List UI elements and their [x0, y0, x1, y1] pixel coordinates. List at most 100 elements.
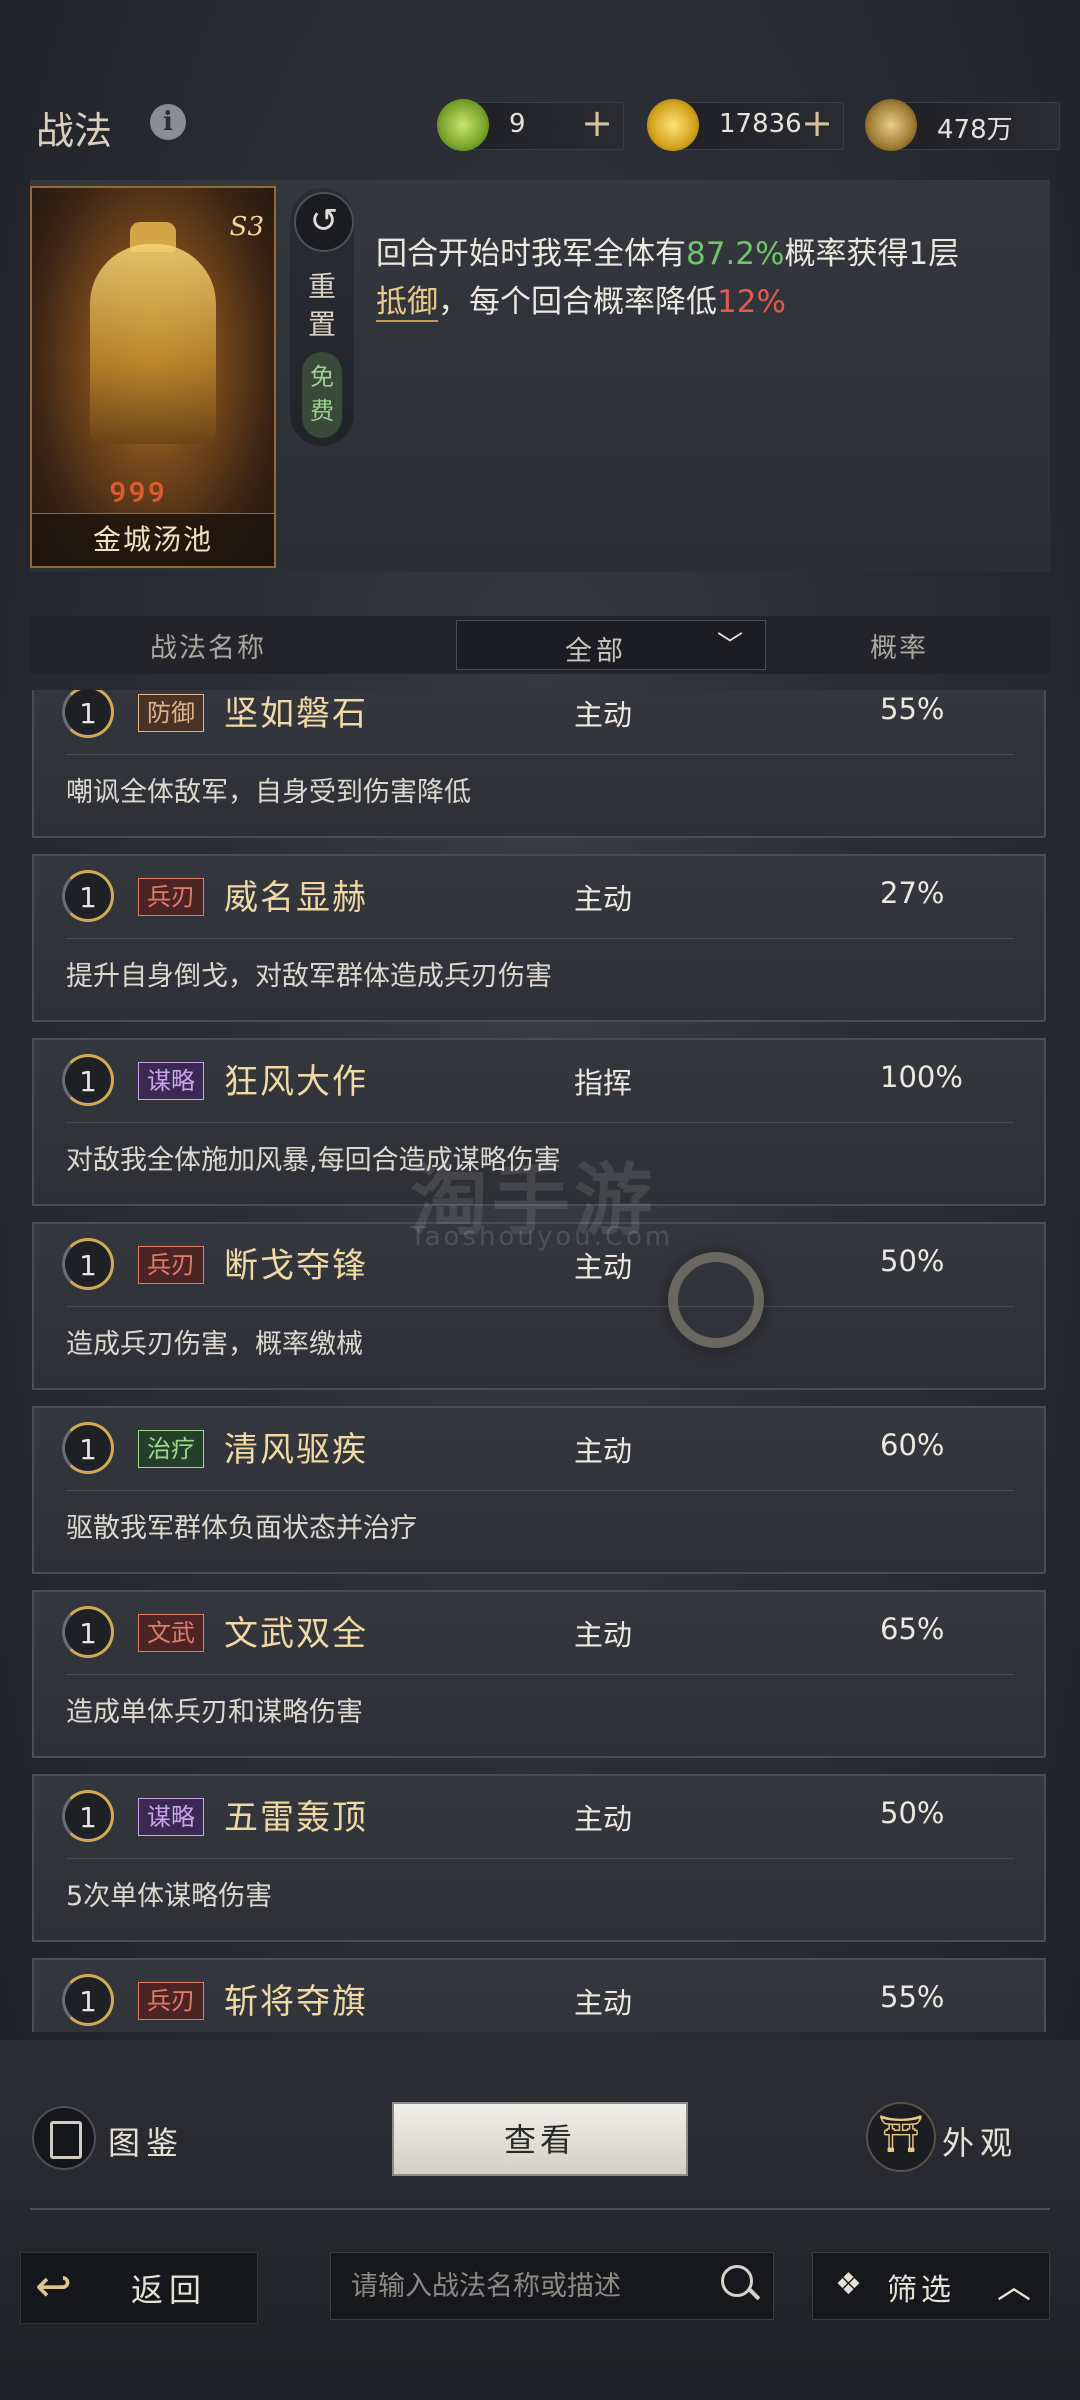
level-badge: 1 — [62, 1238, 114, 1290]
season-badge: S3 — [229, 212, 264, 242]
tactic-name: 斩将夺旗 — [224, 1982, 368, 2022]
tactic-row[interactable]: 1 兵刃 斩将夺旗 主动 55% — [32, 1958, 1046, 2032]
pavilion-icon[interactable]: ⛩ — [866, 2102, 936, 2172]
tactic-kind: 主动 — [574, 1986, 633, 2020]
reset-label: 重 置 — [307, 270, 336, 341]
level-badge: 1 — [62, 1974, 114, 2026]
level-badge: 1 — [62, 690, 114, 738]
tactic-rate: 60% — [880, 1428, 945, 1462]
resource-copper: 478万 — [865, 99, 1060, 151]
view-button[interactable]: 查看 — [392, 2102, 688, 2176]
tactic-type-tag: 谋略 — [138, 1062, 204, 1100]
tactic-type-tag: 文武 — [138, 1614, 204, 1652]
tactic-description: 驱散我军群体负面状态并治疗 — [66, 1513, 417, 1544]
gold-coin-icon — [647, 99, 699, 151]
grade-marks-icon: ꝰꝰꝰ — [110, 471, 168, 517]
resource-jade-value: 9 — [509, 109, 526, 139]
level-badge: 1 — [62, 1054, 114, 1106]
search-input[interactable] — [349, 2265, 693, 2307]
tactic-description: 嘲讽全体敌军，自身受到伤害降低 — [66, 777, 471, 808]
tactic-name: 清风驱疾 — [224, 1430, 368, 1470]
add-gold-button[interactable]: + — [801, 101, 833, 145]
filter-diamond-icon: ❖ — [835, 2267, 862, 2302]
row-divider — [66, 938, 1014, 939]
tactic-name: 坚如磐石 — [224, 694, 368, 734]
filter-button[interactable]: ❖ 筛选 ︿ — [812, 2252, 1050, 2320]
bottom-area — [0, 2040, 1080, 2400]
tactic-kind: 主动 — [574, 882, 633, 916]
tactic-rate: 100% — [880, 1060, 963, 1094]
resource-copper-value: 478万 — [937, 115, 1013, 145]
row-divider — [66, 1122, 1014, 1123]
tactic-name: 狂风大作 — [224, 1062, 368, 1102]
codex-button-label[interactable]: 图鉴 — [108, 2118, 184, 2164]
search-icon[interactable] — [721, 2265, 753, 2297]
search-box[interactable] — [330, 2252, 774, 2320]
dropdown-value: 全部 — [565, 636, 627, 667]
tactic-card[interactable]: S3 ꝰꝰꝰ 金城汤池 — [30, 186, 276, 568]
tactic-kind: 主动 — [574, 1618, 633, 1652]
tactic-kind: 主动 — [574, 1434, 633, 1468]
tactic-description: 造成单体兵刃和谋略伤害 — [66, 1697, 363, 1728]
add-jade-button[interactable]: + — [581, 101, 613, 145]
tactic-type-tag: 兵刃 — [138, 1982, 204, 2020]
tactic-name: 断戈夺锋 — [224, 1246, 368, 1286]
jade-coin-icon — [437, 99, 489, 151]
tactic-name: 文武双全 — [224, 1614, 368, 1654]
back-arrow-icon: ↩ — [35, 2261, 72, 2312]
tactic-name: 威名显赫 — [224, 878, 368, 918]
page-title: 战法 — [36, 109, 113, 153]
tactic-row[interactable]: 1 治疗 清风驱疾 主动 60% 驱散我军群体负面状态并治疗 — [32, 1406, 1046, 1574]
tactics-list[interactable]: 1 防御 坚如磐石 主动 55% 嘲讽全体敌军，自身受到伤害降低 1 兵刃 威名… — [30, 690, 1050, 2032]
tactic-description: 造成兵刃伤害，概率缴械 — [66, 1329, 363, 1360]
row-divider — [66, 754, 1014, 755]
tactic-rate: 55% — [880, 692, 945, 726]
tactic-row[interactable]: 1 谋略 五雷轰顶 主动 50% 5次单体谋略伤害 — [32, 1774, 1046, 1942]
tactic-rate: 27% — [880, 876, 945, 910]
keyword-link[interactable]: 抵御 — [376, 284, 438, 322]
tactic-type-tag: 兵刃 — [138, 1246, 204, 1284]
tactic-type-tag: 谋略 — [138, 1798, 204, 1836]
level-badge: 1 — [62, 1422, 114, 1474]
column-rate-header: 概率 — [870, 633, 928, 664]
tactic-row[interactable]: 1 兵刃 威名显赫 主动 27% 提升自身倒戈，对敌军群体造成兵刃伤害 — [32, 854, 1046, 1022]
row-divider — [66, 1674, 1014, 1675]
level-badge: 1 — [62, 1606, 114, 1658]
info-icon[interactable]: i — [150, 104, 186, 140]
back-button[interactable]: ↩ 返回 — [20, 2252, 258, 2324]
appearance-button-label[interactable]: 外观 — [942, 2118, 1018, 2164]
tactic-kind: 主动 — [574, 1802, 633, 1836]
free-badge: 免 费 — [302, 352, 342, 438]
bottom-divider — [30, 2208, 1050, 2210]
tactic-rate: 50% — [880, 1796, 945, 1830]
chevron-up-icon: ︿ — [997, 2267, 1031, 2307]
resource-jade: 9 + — [437, 99, 624, 151]
watermark-url: Taoshouyou.Com — [410, 1222, 674, 1252]
card-name: 金城汤池 — [32, 513, 274, 566]
codex-icon[interactable] — [32, 2106, 96, 2170]
row-divider — [66, 1306, 1014, 1307]
loading-ring-icon — [668, 1252, 764, 1348]
resource-gold-value: 17836 — [719, 109, 802, 139]
back-label: 返回 — [131, 2271, 208, 2309]
bell-art-body — [90, 244, 216, 444]
tactic-description: 5次单体谋略伤害 — [66, 1881, 273, 1912]
row-divider — [66, 1858, 1014, 1859]
level-badge: 1 — [62, 1790, 114, 1842]
tactic-rate: 65% — [880, 1612, 945, 1646]
reset-icon: ↺ — [294, 192, 354, 252]
column-name-header: 战法名称 — [150, 633, 266, 664]
type-filter-dropdown[interactable]: 全部 ﹀ — [456, 620, 766, 670]
level-badge: 1 — [62, 870, 114, 922]
tactic-row[interactable]: 1 文武 文武双全 主动 65% 造成单体兵刃和谋略伤害 — [32, 1590, 1046, 1758]
tactic-type-tag: 防御 — [138, 694, 204, 732]
tactic-row[interactable]: 1 防御 坚如磐石 主动 55% 嘲讽全体敌军，自身受到伤害降低 — [32, 690, 1046, 838]
tactic-kind: 指挥 — [574, 1066, 633, 1100]
tactic-type-tag: 治疗 — [138, 1430, 204, 1468]
resource-gold: 17836 + — [647, 99, 844, 151]
tactic-description: 提升自身倒戈，对敌军群体造成兵刃伤害 — [66, 961, 552, 992]
featured-description: 回合开始时我军全体有87.2%概率获得1层抵御，每个回合概率降低12% — [376, 236, 960, 322]
tactic-name: 五雷轰顶 — [224, 1798, 368, 1838]
reset-button[interactable]: ↺ 重 置 免 费 — [290, 188, 354, 446]
row-divider — [66, 1490, 1014, 1491]
